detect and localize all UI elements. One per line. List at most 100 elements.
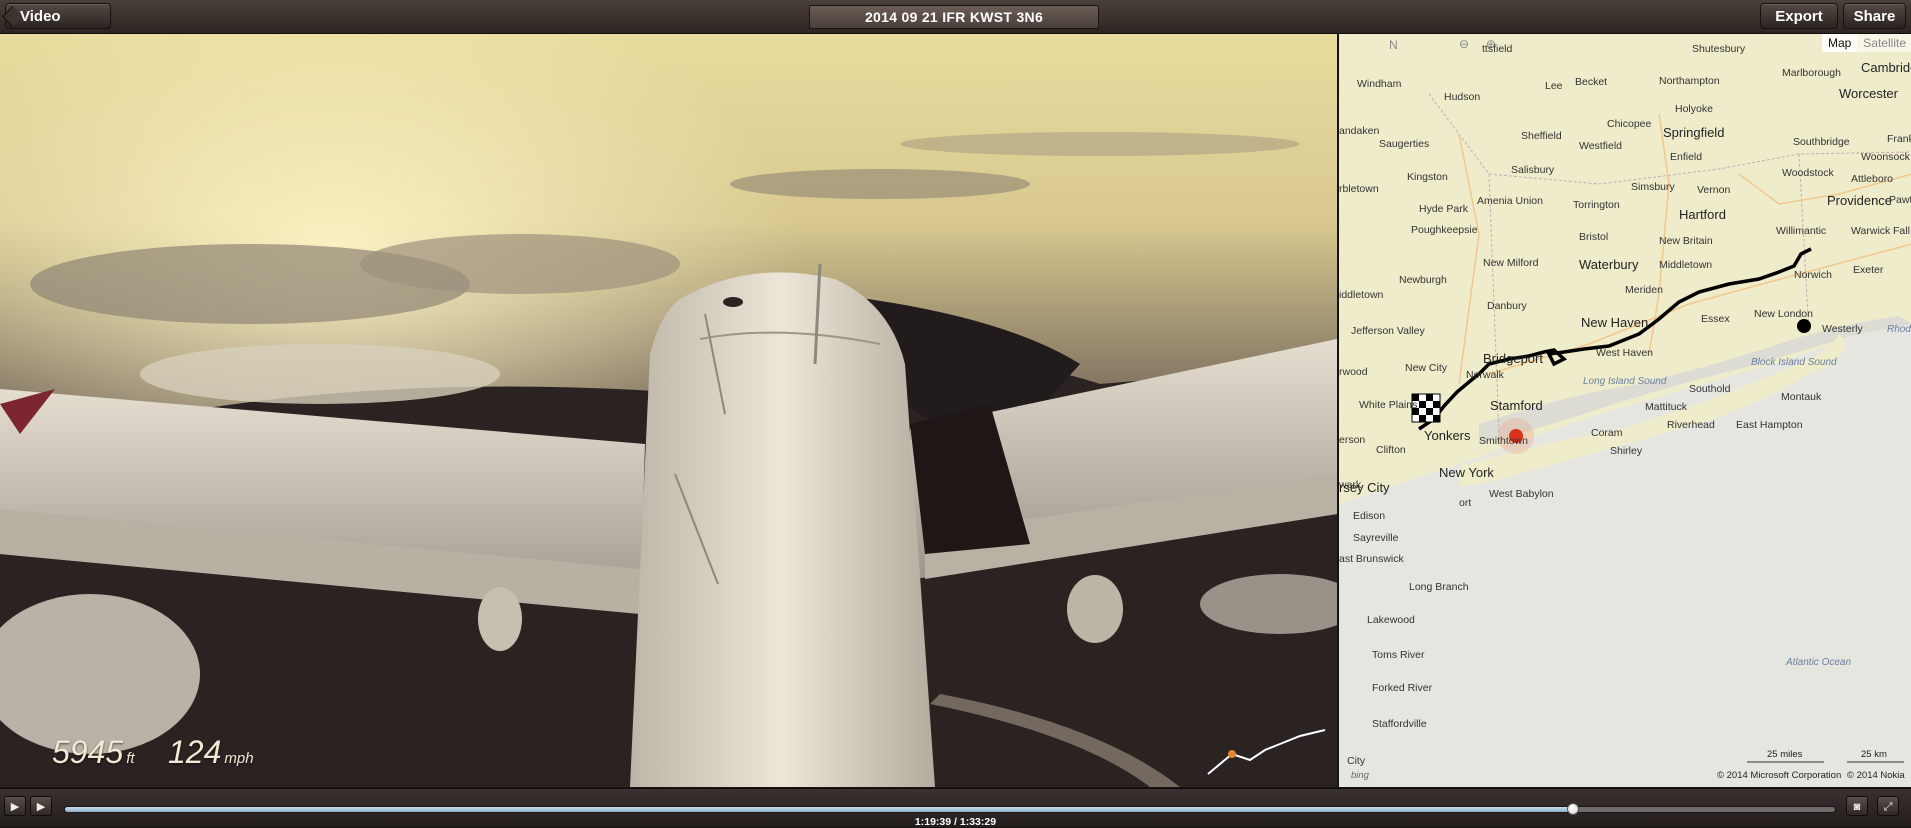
map-label: West Babylon [1489,488,1554,500]
playback-controls: ▶ ▶ ◙ ⤢ 1:19:39 / 1:33:29 [0,788,1911,828]
map-label: Staffordville [1372,718,1427,730]
satellite-tab[interactable]: Satellite [1857,34,1911,52]
map-label: Atlantic Ocean [1786,657,1852,668]
video-player[interactable]: 5945 ft 124 mph [0,34,1337,787]
map-label: ttsfield [1482,43,1513,55]
map-label: Rhode [1887,324,1911,335]
map-label: White Plains [1359,399,1418,411]
fullscreen-button[interactable]: ⤢ [1877,796,1899,816]
map-label: Newburgh [1399,274,1447,286]
map-label: Woonsock [1861,151,1910,163]
map-label: Lee [1545,80,1563,92]
map-label: Waterbury [1579,257,1639,272]
map-label: Montauk [1781,391,1822,403]
map-label: Riverhead [1667,419,1715,431]
scale-miles: 25 miles [1767,749,1803,760]
zoom-out-icon[interactable]: ⊖ [1459,37,1469,51]
map-label: rwood [1339,366,1368,378]
map-label: Westfield [1579,140,1622,152]
bing-logo: bing [1351,770,1369,781]
map-label: City [1347,755,1366,767]
scale-km: 25 km [1861,749,1887,760]
map-label: Pawtu [1889,194,1911,206]
map-label: Marlborough [1782,67,1841,79]
map-label: New Haven [1581,315,1649,330]
map-label: Cambridge [1861,60,1911,75]
map-label: Hartford [1679,207,1726,222]
play-frame-button[interactable]: ▶ [4,796,26,816]
map-label: New Milford [1483,257,1539,269]
map-label: Saugerties [1379,138,1430,150]
altitude-unit: ft [126,750,135,767]
map-label: Springfield [1663,125,1725,140]
map-label: Worcester [1839,86,1898,101]
map-label: Simsbury [1631,181,1675,193]
map-label: Windham [1357,78,1402,90]
map-label: andaken [1339,125,1380,137]
map-label: Clifton [1376,444,1406,456]
map-label: Hudson [1444,91,1481,103]
video-title: 2014 09 21 IFR KWST 3N6 [809,5,1099,29]
map-type-switch: Map Satellite [1821,34,1911,52]
map-label: rbletown [1339,183,1379,195]
speed-value: 124 [168,734,222,770]
map-label: Lakewood [1367,614,1415,626]
top-toolbar: Video Gallery 2014 09 21 IFR KWST 3N6 Ex… [0,0,1911,51]
video-gallery-back-button[interactable]: Video Gallery [5,3,111,51]
map-label: Middletown [1659,259,1713,271]
map-label: Westerly [1822,323,1863,335]
map-label: New York [1439,465,1494,480]
scrubber-track[interactable] [64,803,1836,815]
play-icon: ▶ [36,801,46,813]
play-frame-icon: ▶ [10,801,20,813]
map-label: Salisbury [1511,164,1555,176]
map-tab[interactable]: Map [1821,34,1858,52]
snapshot-button[interactable]: ◙ [1846,796,1868,816]
map-label: Sheffield [1521,130,1562,142]
map-label: East Hampton [1736,419,1803,431]
map-label: rsey City [1339,480,1390,495]
map-label: Providence [1827,193,1893,208]
map-label: Meriden [1625,284,1663,296]
scrubber-handle[interactable] [1567,803,1580,815]
expand-icon: ⤢ [1883,801,1893,813]
map-label: Yonkers [1424,428,1471,443]
export-button[interactable]: Export [1760,3,1838,29]
map-label: Bristol [1579,231,1609,243]
map-label: Southbridge [1793,136,1850,148]
speed-readout: 124 mph [168,734,254,771]
map-label: Long Island Sound [1583,376,1667,387]
play-button[interactable]: ▶ [30,796,52,816]
map-label: iddletown [1339,289,1384,301]
map-label: Shutesbury [1692,43,1746,55]
compass-north-label: N [1389,38,1398,52]
map-label: New Britain [1659,235,1713,247]
map-label: Torrington [1573,199,1620,211]
map-label: Shirley [1610,445,1643,457]
map-label: Essex [1701,313,1730,325]
map-label: Holyoke [1675,103,1713,115]
map-label: Coram [1591,427,1623,439]
map-label: New London [1754,308,1813,320]
map-label: Northampton [1659,75,1720,87]
map-label: Norwich [1794,269,1832,281]
map-label: Forked River [1372,682,1433,694]
map-label: Kingston [1407,171,1448,183]
share-button[interactable]: Share [1843,3,1906,29]
altitude-readout: 5945 ft [52,734,135,771]
map-label: Mattituck [1645,401,1688,413]
route-map[interactable]: Map Satellite N ⊖ ⊕ ttsfield Shutesbury … [1338,34,1911,787]
map-label: Edison [1353,510,1386,522]
map-label: Bridgeport [1483,351,1543,366]
speed-unit: mph [224,750,254,767]
map-label: Smithtown [1479,435,1529,447]
map-label: Woodstock [1782,167,1834,179]
map-label: West Haven [1596,347,1653,359]
map-label: Long Branch [1409,581,1469,593]
compass-control[interactable]: N [1377,38,1398,52]
map-label: Danbury [1487,300,1527,312]
map-label: Exeter [1853,264,1884,276]
map-label: ast Brunswick [1339,553,1404,565]
map-label: Becket [1575,76,1608,88]
camera-icon: ◙ [1853,801,1861,813]
